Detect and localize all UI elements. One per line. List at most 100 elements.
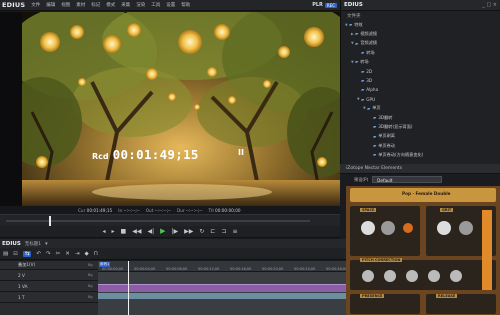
preset-dropdown[interactable]: Default (372, 176, 443, 183)
preset-label: 预设(P) (354, 176, 369, 182)
menu-item-settings[interactable]: 设置 (163, 2, 178, 8)
menu-icon[interactable]: ≡ (232, 228, 237, 235)
tree-item[interactable]: ▶ ▰ 视频滤镜 (341, 29, 500, 38)
folder-icon: ▰ (349, 22, 353, 28)
timeline-cursor[interactable] (128, 261, 129, 315)
sync-icon[interactable]: ⇆ (22, 250, 32, 257)
rewind-icon[interactable]: ◀◀ (132, 228, 141, 235)
timecode-display: 00:01:49;15 (112, 147, 199, 162)
track-header-1t[interactable]: 1 T Bg (0, 292, 98, 303)
slider-track[interactable] (6, 220, 310, 222)
plugin-mode-label[interactable]: Pop · Female Double (402, 191, 451, 196)
delete-icon[interactable]: ✕ (65, 251, 70, 257)
folder-icon: ▰ (373, 115, 377, 121)
redo-icon[interactable]: ↷ (46, 251, 51, 257)
timeline-toolbar: ▤ ⊡ ⇆ ↶ ↷ ✂ ✕ ⇥ ◆ ⊓ (0, 248, 350, 260)
menu-item-help[interactable]: 帮助 (178, 2, 193, 8)
track-header-1va[interactable]: 1 VA Bg (0, 281, 98, 292)
menu-item-edit[interactable]: 编辑 (43, 2, 58, 8)
tree-item[interactable]: ▼ ▰ 特效 (341, 20, 500, 29)
track-header-2v[interactable]: 2 V Bg (0, 270, 98, 281)
overwrite-icon[interactable]: ⊐ (221, 228, 226, 235)
insert-icon[interactable]: ⊏ (210, 228, 215, 235)
out-field: Out --:--:--;-- (146, 208, 171, 213)
marker-icon[interactable]: ◆ (84, 251, 88, 257)
expand-arrow-icon[interactable]: ▼ (357, 97, 360, 101)
tree-item[interactable]: ▼ ▰ 转场 (341, 57, 500, 66)
menu-item-tools[interactable]: 工具 (148, 2, 163, 8)
timeline-ruler[interactable]: 序列1 00:00:00;00 00:00:04;00 00:00:08;00 … (98, 261, 350, 272)
tree-item[interactable]: ▰ 3D翻转 (341, 113, 500, 122)
snap-icon[interactable]: ⊓ (94, 251, 98, 257)
menu-item-marker[interactable]: 标记 (88, 2, 103, 8)
window-buttons[interactable]: _ □ × (482, 2, 500, 8)
expand-arrow-icon[interactable]: ▼ (345, 23, 348, 27)
tree-item[interactable]: ▰ 3D (341, 76, 500, 85)
tree-item[interactable]: ▼ ▰ 单页 (341, 104, 500, 113)
menu-item-file[interactable]: 文件 (28, 2, 43, 8)
ruler-label: 00:00:08;00 (166, 267, 188, 271)
new-sequence-icon[interactable]: ▤ (3, 251, 8, 257)
ripple-icon[interactable]: ⇥ (75, 251, 80, 257)
rec-badge[interactable]: REC (324, 2, 337, 8)
step-forward-icon[interactable]: |▶ (171, 228, 178, 235)
tree-item-label: 2D (366, 68, 373, 74)
audio-clip[interactable] (98, 293, 350, 299)
plr-indicator: PLR REC (312, 2, 340, 8)
set-in-icon[interactable]: ◂ (103, 228, 106, 235)
timeline-tracks[interactable] (98, 272, 350, 315)
tree-item[interactable]: ▰ Alpha (341, 85, 500, 94)
tree-item-label: 音频滤镜 (360, 40, 377, 46)
browser-app-logo: EDIUS (344, 2, 363, 8)
step-back-icon[interactable]: ◀| (147, 228, 154, 235)
cut-icon[interactable]: ✂ (56, 251, 61, 257)
menubar: EDIUS 文件 编辑 视图 素材 标记 模式 采集 渲染 工具 设置 帮助 P… (0, 0, 340, 11)
cur-field: Cur 00:01:49;15 (78, 208, 112, 213)
tree-item[interactable]: ▼ ▰ 音频滤镜 (341, 39, 500, 48)
tree-item[interactable]: ▰ 单页剥离 (341, 132, 500, 141)
ruler-label: 00:00:00;00 (102, 267, 124, 271)
expand-arrow-icon[interactable]: ▼ (363, 106, 366, 110)
ruler-label: 00:00:12;00 (198, 267, 220, 271)
project-name[interactable]: 无标题1 (25, 241, 41, 247)
slider-handle[interactable] (48, 216, 51, 226)
open-icon[interactable]: ⊡ (13, 251, 18, 257)
menu-item-clip[interactable]: 素材 (73, 2, 88, 8)
play-icon[interactable]: ▶ (160, 228, 165, 235)
tree-item[interactable]: ▰ 3D翻转(显示背面) (341, 122, 500, 131)
ttl-field: Ttl 00:00:00;00 (208, 208, 240, 213)
video-preview[interactable] (22, 12, 340, 206)
folder-icon: ▰ (373, 152, 377, 158)
menu-item-render[interactable]: 渲染 (133, 2, 148, 8)
loop-icon[interactable]: ↻ (199, 228, 204, 235)
menu-item-capture[interactable]: 采集 (118, 2, 133, 8)
fast-forward-icon[interactable]: ▶▶ (184, 228, 193, 235)
dropdown-icon[interactable]: ▾ (45, 241, 48, 247)
undo-icon[interactable]: ↶ (36, 251, 41, 257)
expand-arrow-icon[interactable]: ▶ (351, 32, 354, 36)
tree-item-label: 3D翻转 (378, 114, 393, 120)
track-header-1[interactable]: 叠加1(V) Bg (0, 261, 98, 270)
menu-item-view[interactable]: 视图 (58, 2, 73, 8)
nectar-plugin-ui[interactable]: Pop · Female Double SPACE GRIT PITCH COR… (346, 186, 500, 315)
set-out-icon[interactable]: ▸ (112, 228, 115, 235)
cur-value: 00:01:49;15 (86, 207, 113, 213)
tree-item[interactable]: ▼ ▰ GPU (341, 94, 500, 103)
tree-item[interactable]: ▰ 单页卷动 (341, 141, 500, 150)
expand-arrow-icon[interactable]: ▼ (351, 41, 354, 45)
video-clip[interactable] (98, 284, 350, 292)
stop-icon[interactable]: ■ (121, 228, 127, 235)
folder-icon: ▰ (373, 133, 377, 139)
menu-item-mode[interactable]: 模式 (103, 2, 118, 8)
tree-item[interactable]: ▰ 单页卷动(方向随意变化) (341, 150, 500, 159)
track-tag: Bg (88, 295, 93, 299)
ttl-label: Ttl (208, 207, 214, 213)
folder-icon: ▰ (361, 87, 365, 93)
tree-item[interactable]: ▰ 转场 (341, 48, 500, 57)
expand-arrow-icon[interactable]: ▼ (351, 60, 354, 64)
tree-item[interactable]: ▰ 2D (341, 66, 500, 75)
track-headers: 叠加1(V) Bg 2 V Bg 1 VA Bg 1 T Bg (0, 261, 98, 315)
recording-timecode: Rcd 00:01:49;15 (92, 147, 199, 162)
ruler-label: 00:00:04;00 (134, 267, 156, 271)
position-slider[interactable] (0, 214, 340, 226)
